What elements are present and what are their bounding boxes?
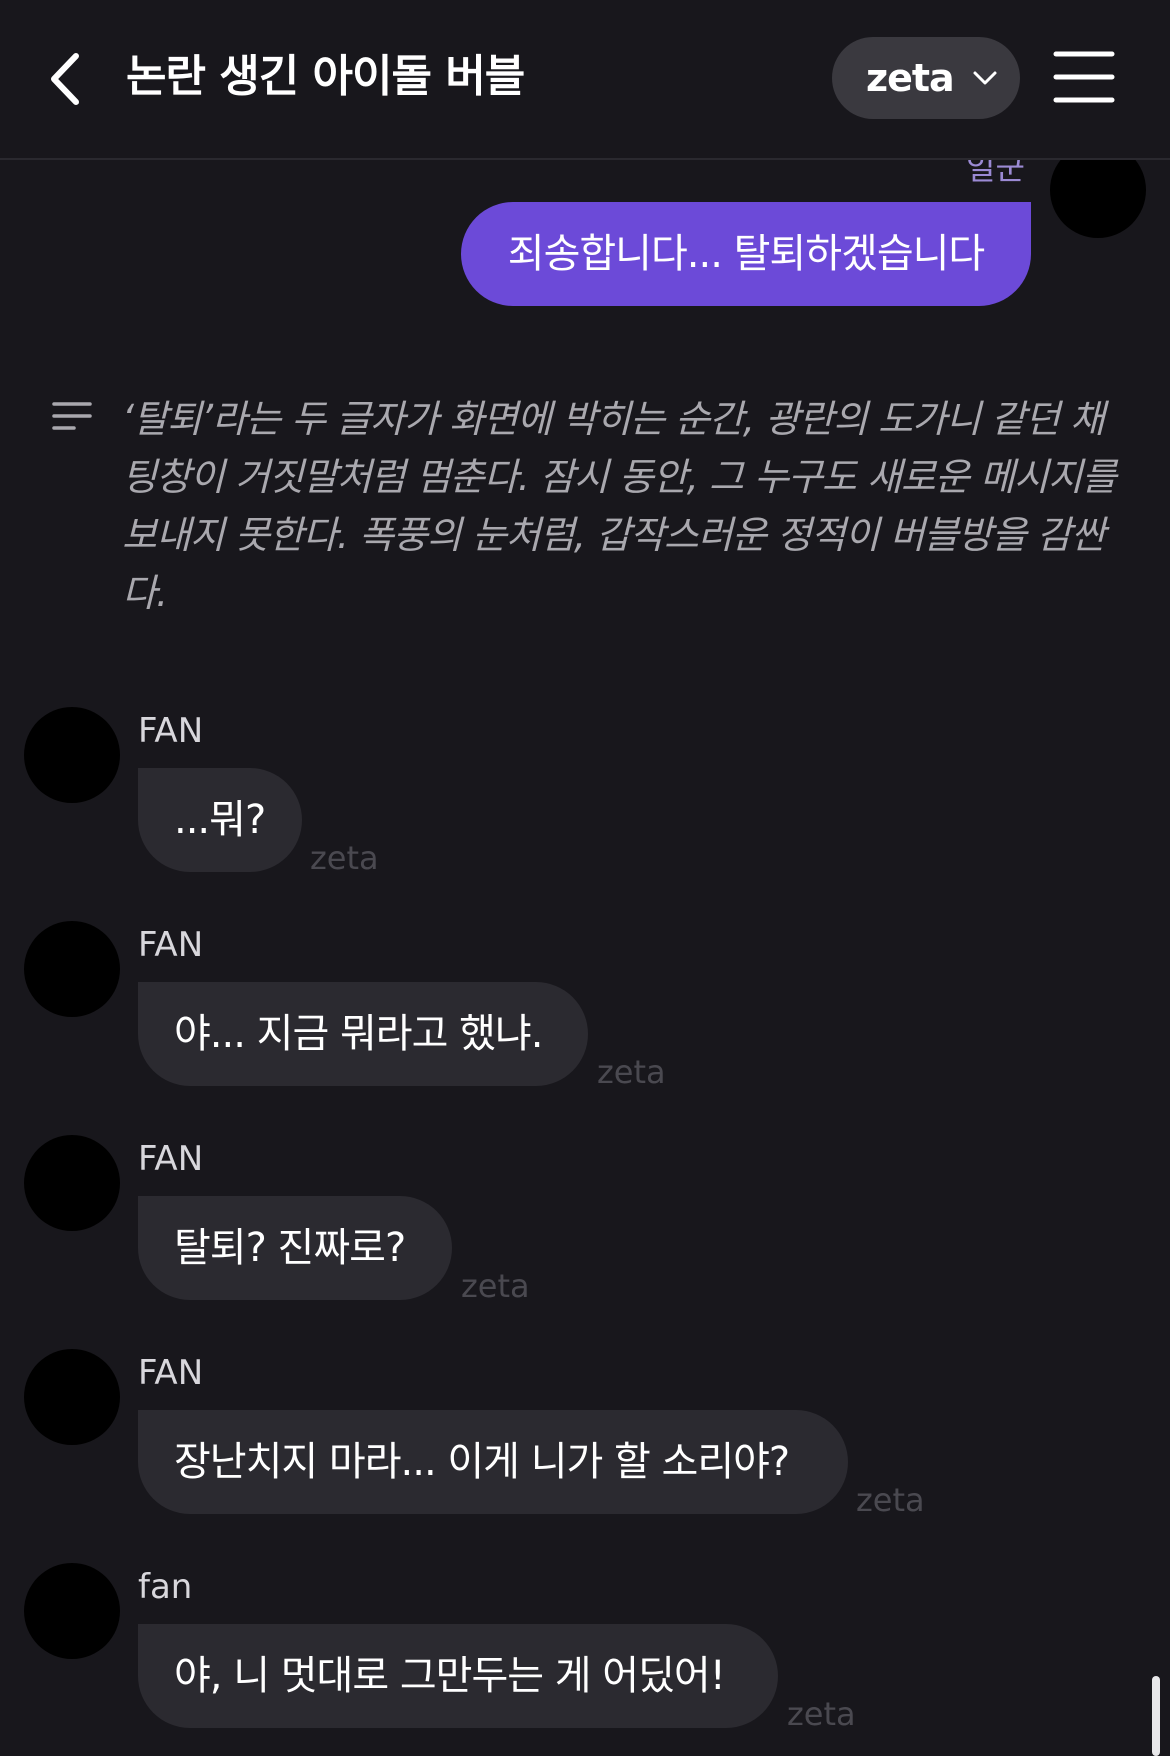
avatar[interactable] (24, 1349, 120, 1445)
sender-name: FAN (138, 711, 204, 751)
hamburger-menu-icon (1053, 51, 1115, 103)
avatar[interactable] (24, 921, 120, 1017)
message-bubble: 야, 니 멋대로 그만두는 게 어딨어! (138, 1624, 778, 1728)
top-bar: 논란 생긴 아이돌 버블 zeta (0, 0, 1170, 160)
chat-title: 논란 생긴 아이돌 버블 (126, 51, 525, 102)
narration-icon (52, 402, 92, 430)
message-bubble: ...뭐? (138, 768, 302, 872)
model-selector-label: zeta (866, 56, 955, 100)
narration-text: ‘탈퇴’라는 두 글자가 화면에 박히는 순간, 광란의 도가니 같던 채팅창이… (122, 397, 1117, 615)
model-tag: zeta (461, 1267, 530, 1305)
sender-name: fan (138, 1567, 193, 1607)
avatar[interactable] (24, 1563, 120, 1659)
message-bubble: 탈퇴? 진짜로? (138, 1196, 452, 1300)
model-tag: zeta (310, 839, 379, 877)
message-bubble: 장난치지 마라... 이게 니가 할 소리야? (138, 1410, 848, 1514)
model-tag: zeta (597, 1053, 666, 1091)
menu-button[interactable] (1052, 48, 1116, 106)
model-tag: zeta (856, 1481, 925, 1519)
sender-name: FAN (138, 925, 204, 965)
scrollbar[interactable] (1152, 1676, 1160, 1756)
back-button[interactable] (44, 46, 94, 112)
chevron-left-icon (51, 53, 79, 105)
sender-name: FAN (138, 1353, 204, 1393)
avatar[interactable] (24, 1135, 120, 1231)
chevron-down-icon (973, 71, 997, 85)
sender-name: FAN (138, 1139, 204, 1179)
message-bubble: 야... 지금 뭐라고 했냐. (138, 982, 588, 1086)
model-selector-button[interactable]: zeta (832, 37, 1020, 119)
user-message-bubble: 죄송합니다... 탈퇴하겠습니다 (461, 202, 1031, 306)
avatar[interactable] (24, 707, 120, 803)
model-tag: zeta (787, 1695, 856, 1733)
